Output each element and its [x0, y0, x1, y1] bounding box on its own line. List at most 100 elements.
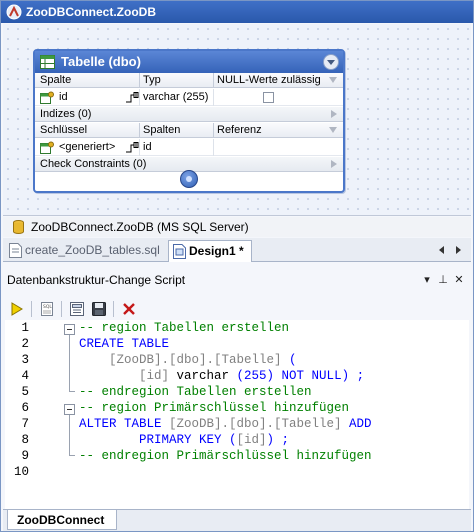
relation-connector-handle[interactable] — [180, 170, 198, 188]
open-in-sql-editor-icon[interactable]: SQL — [39, 301, 55, 317]
line-number: 1 — [21, 321, 29, 335]
code-line[interactable]: -- endregion Primärschlüssel hinzufügen — [79, 449, 372, 463]
column-name[interactable]: id — [59, 91, 68, 103]
code-token: ) ; — [266, 433, 290, 447]
code-token: [id] — [236, 433, 267, 447]
key-header-referenz: Referenz — [217, 124, 262, 136]
line-number: 10 — [13, 465, 29, 479]
code-token: -- endregion Primärschlüssel hinzufügen — [79, 449, 372, 463]
table-title: Tabelle (dbo) — [61, 54, 141, 69]
table-icon — [40, 55, 55, 69]
code-token: CREATE TABLE — [79, 337, 170, 351]
code-token: [ZooDB].[dbo].[Tabelle] — [79, 353, 290, 367]
tab-zoodbconnect[interactable]: ZooDBConnect — [7, 510, 117, 530]
line-number: 7 — [21, 417, 29, 431]
line-number: 8 — [21, 433, 29, 447]
line-number: 2 — [21, 337, 29, 351]
fold-toggle-icon[interactable] — [64, 404, 75, 415]
line-number: 6 — [21, 401, 29, 415]
design-file-icon — [173, 244, 186, 259]
key-column-link-icon — [126, 142, 139, 153]
code-token: varchar — [176, 369, 237, 383]
line-number-gutter: 1 2 3 4 5 6 7 8 9 10 — [5, 320, 33, 510]
close-icon[interactable]: ✕ — [453, 274, 465, 286]
tab-design1[interactable]: Design1 * — [168, 240, 252, 262]
code-token: [id] — [79, 369, 177, 383]
columns-header: Spalte Typ NULL-Werte zulässig — [35, 73, 343, 88]
code-token: ADD — [349, 417, 372, 431]
expand-check-constraints-icon[interactable] — [331, 160, 337, 168]
key-columns[interactable]: id — [143, 141, 152, 153]
document-tabs: create_ZooDB_tables.sql Design1 * — [3, 238, 471, 262]
tab-create-zoodb-tables[interactable]: create_ZooDB_tables.sql — [5, 240, 165, 262]
key-name[interactable]: <generiert> — [59, 141, 115, 153]
code-line[interactable]: -- endregion Tabellen erstellen — [79, 385, 312, 399]
keys-header: Schlüssel Spalten Referenz — [35, 123, 343, 138]
code-token: (255) NOT NULL) ; — [236, 369, 365, 383]
save-icon[interactable] — [91, 301, 107, 317]
script-panel-header: Datenbankstruktur-Change Script ▾ ⊥ ✕ — [3, 270, 471, 290]
column-row[interactable]: id varchar (255) — [35, 89, 343, 106]
primary-key-column-icon — [40, 91, 54, 104]
line-number: 9 — [21, 449, 29, 463]
col-header-typ: Typ — [143, 74, 161, 86]
nullable-checkbox[interactable] — [263, 92, 274, 103]
line-number: 5 — [21, 385, 29, 399]
code-line[interactable]: -- region Tabellen erstellen — [79, 321, 289, 335]
key-header-spalten: Spalten — [143, 124, 181, 136]
column-type[interactable]: varchar (255) — [143, 91, 208, 103]
code-token: -- region Tabellen erstellen — [79, 321, 290, 335]
scroll-tabs-right-icon[interactable] — [456, 246, 461, 254]
generate-script-icon[interactable] — [69, 301, 85, 317]
check-constraints-label: Check Constraints (0) — [40, 158, 147, 170]
code-token: [ZooDB].[dbo].[Tabelle] — [169, 417, 350, 431]
key-row[interactable]: <generiert> id — [35, 139, 343, 156]
line-number: 3 — [21, 353, 29, 367]
code-token: -- endregion Tabellen erstellen — [79, 385, 312, 399]
indexes-section[interactable]: Indizes (0) — [35, 107, 343, 122]
design-canvas[interactable]: Tabelle (dbo) Spalte Typ NULL-Werte zulä… — [3, 24, 471, 216]
code-token: -- region Primärschlüssel hinzufügen — [79, 401, 350, 415]
primary-key-icon — [40, 141, 54, 154]
fold-toggle-icon[interactable] — [64, 324, 75, 335]
code-line[interactable]: [id] varchar (255) NOT NULL) ; — [79, 369, 364, 383]
line-number: 4 — [21, 369, 29, 383]
scroll-tabs-left-icon[interactable] — [439, 246, 444, 254]
sql-script-editor[interactable]: 1 2 3 4 5 6 7 8 9 10 -- region Tabellen erstellen… — [5, 320, 469, 510]
col-header-spalte: Spalte — [40, 74, 72, 86]
expand-columns-icon[interactable] — [329, 77, 337, 83]
svg-text:SQL: SQL — [43, 304, 52, 310]
expand-indexes-icon[interactable] — [331, 110, 337, 118]
window-title: ZooDBConnect.ZooDB — [26, 5, 156, 19]
table-header[interactable]: Tabelle (dbo) — [35, 51, 343, 73]
panel-menu-icon[interactable]: ▾ — [421, 274, 433, 286]
code-line[interactable]: [ZooDB].[dbo].[Tabelle] ( — [79, 353, 297, 367]
code-token: ALTER TABLE — [79, 417, 170, 431]
database-connection-icon — [6, 4, 22, 20]
expand-keys-icon[interactable] — [329, 127, 337, 133]
database-icon — [13, 220, 24, 234]
indexes-label: Indizes (0) — [40, 108, 92, 120]
bottom-tabs: ZooDBConnect — [3, 509, 471, 531]
key-header-schluessel: Schlüssel — [40, 124, 88, 136]
pin-icon[interactable]: ⊥ — [437, 274, 449, 286]
app-window: ZooDBConnect.ZooDB Tabelle (dbo) Spalte … — [0, 0, 474, 532]
execute-script-icon[interactable] — [9, 301, 25, 317]
sql-file-icon — [9, 243, 22, 258]
delete-icon[interactable] — [121, 301, 137, 317]
relation-link-icon — [126, 92, 139, 103]
tab-label: Design1 * — [189, 244, 244, 258]
title-bar: ZooDBConnect.ZooDB — [1, 1, 473, 23]
code-token: ( — [289, 353, 297, 367]
code-token: PRIMARY KEY ( — [79, 433, 237, 447]
code-line[interactable]: ALTER TABLE [ZooDB].[dbo].[Tabelle] ADD — [79, 417, 372, 431]
script-toolbar: SQL — [3, 298, 471, 320]
code-line[interactable]: CREATE TABLE — [79, 337, 169, 351]
database-info-bar: ZooDBConnect.ZooDB (MS SQL Server) — [3, 217, 471, 237]
tab-label: create_ZooDB_tables.sql — [25, 243, 160, 257]
collapse-icon[interactable] — [323, 54, 339, 70]
code-line[interactable]: -- region Primärschlüssel hinzufügen — [79, 401, 349, 415]
database-info-label: ZooDBConnect.ZooDB (MS SQL Server) — [31, 220, 249, 234]
code-line[interactable]: PRIMARY KEY ([id]) ; — [79, 433, 289, 447]
bottom-tab-label: ZooDBConnect — [17, 513, 105, 527]
